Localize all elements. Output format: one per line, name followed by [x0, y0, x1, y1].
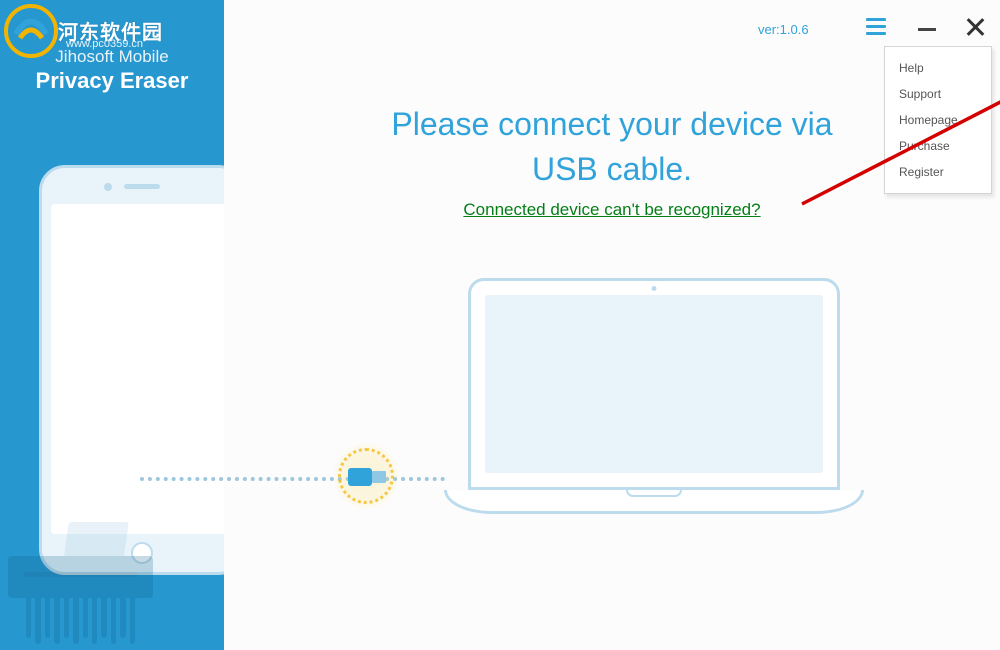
window-controls — [866, 14, 986, 38]
main-area: ver:1.0.6 Help Support Homepage Purchase… — [224, 0, 1000, 650]
version-label: ver:1.0.6 — [758, 22, 809, 37]
sidebar: 河东软件园 www.pc0359.cn Jihosoft Mobile Priv… — [0, 0, 224, 650]
brand-title: Privacy Eraser — [0, 68, 224, 94]
shredder-graphic — [8, 522, 153, 642]
headline-line2: USB cable. — [532, 151, 692, 187]
device-not-recognized-link[interactable]: Connected device can't be recognized? — [463, 200, 760, 219]
minimize-button[interactable] — [916, 15, 938, 37]
laptop-graphic — [444, 278, 864, 528]
headline-line1: Please connect your device via — [391, 106, 832, 142]
brand-subtitle: Jihosoft Mobile — [0, 47, 224, 67]
hamburger-menu-icon[interactable] — [866, 14, 890, 38]
connect-headline: Please connect your device via USB cable… — [224, 102, 1000, 192]
help-link-row: Connected device can't be recognized? — [224, 200, 1000, 220]
phone-graphic — [39, 165, 224, 575]
menu-item-help[interactable]: Help — [885, 55, 991, 81]
usb-plug-icon — [348, 468, 386, 486]
close-button[interactable] — [964, 15, 986, 37]
